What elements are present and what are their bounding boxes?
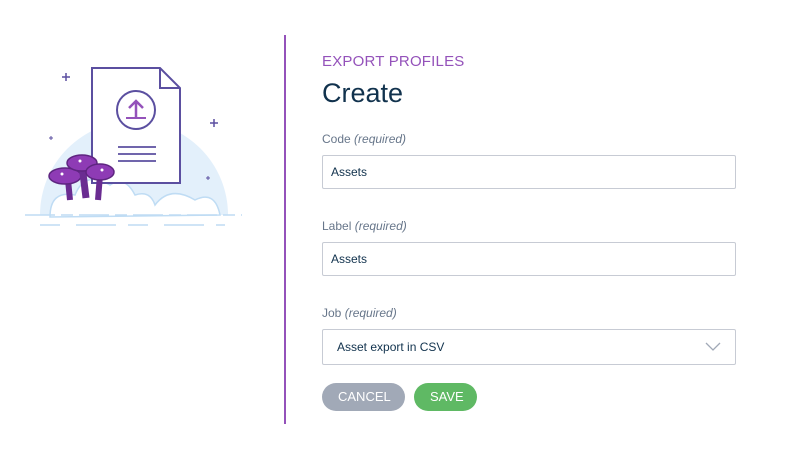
page-title: Create <box>322 78 404 108</box>
vertical-divider <box>284 35 286 424</box>
export-illustration <box>20 55 250 245</box>
export-profile-form: EXPORT PROFILES Create Code (required) A… <box>322 52 736 411</box>
label-field[interactable]: Assets <box>322 242 736 276</box>
chevron-down-icon <box>705 342 721 351</box>
code-field-value: Assets <box>331 165 368 179</box>
job-select-value: Asset export in CSV <box>337 340 445 354</box>
label-label: Label (required) <box>322 218 736 234</box>
job-label: Job (required) <box>322 305 736 321</box>
code-field[interactable]: Assets <box>322 155 736 189</box>
code-label-text: Code <box>322 132 351 146</box>
breadcrumb: EXPORT PROFILES <box>322 53 465 70</box>
label-required-hint: (required) <box>354 219 407 233</box>
job-label-text: Job <box>322 306 342 320</box>
cancel-button[interactable]: CANCEL <box>322 383 405 411</box>
label-label-text: Label <box>322 219 352 233</box>
job-required-hint: (required) <box>344 306 397 320</box>
form-actions: CANCEL SAVE <box>322 383 736 411</box>
code-required-hint: (required) <box>354 132 407 146</box>
code-label: Code (required) <box>322 131 736 147</box>
job-select[interactable]: Asset export in CSV <box>322 329 736 365</box>
save-button[interactable]: SAVE <box>414 383 477 411</box>
label-field-value: Assets <box>331 252 368 266</box>
